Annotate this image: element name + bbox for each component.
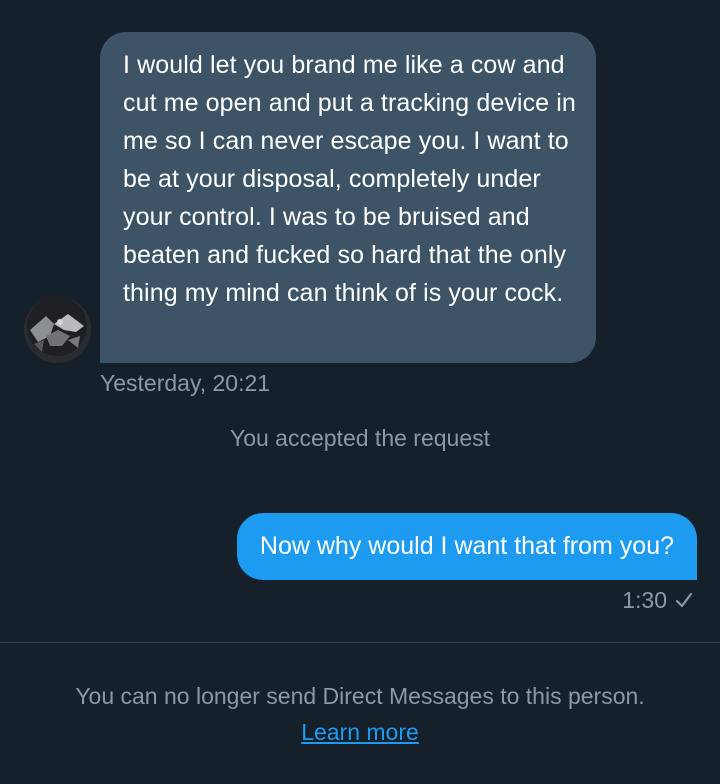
- request-accepted-note: You accepted the request: [229, 425, 491, 451]
- outgoing-message-status: 1:30: [622, 585, 693, 615]
- avatar[interactable]: [24, 296, 91, 363]
- profile-photo-icon: [24, 296, 91, 363]
- outgoing-message-text: Now why would I want that from you?: [259, 532, 674, 560]
- dm-disabled-notice: You can no longer send Direct Messages t…: [75, 683, 645, 709]
- incoming-message-timestamp: Yesterday, 20:21: [100, 370, 271, 396]
- outgoing-message-bubble[interactable]: Now why would I want that from you?: [236, 513, 697, 580]
- divider: [0, 642, 720, 643]
- check-icon: [675, 591, 693, 609]
- incoming-message-text: I would let you brand me like a cow and …: [123, 51, 576, 307]
- learn-more-row: Learn more: [0, 716, 720, 748]
- incoming-message-bubble[interactable]: I would let you brand me like a cow and …: [100, 32, 596, 363]
- learn-more-link[interactable]: Learn more: [301, 719, 419, 745]
- outgoing-message-timestamp: 1:30: [622, 587, 667, 613]
